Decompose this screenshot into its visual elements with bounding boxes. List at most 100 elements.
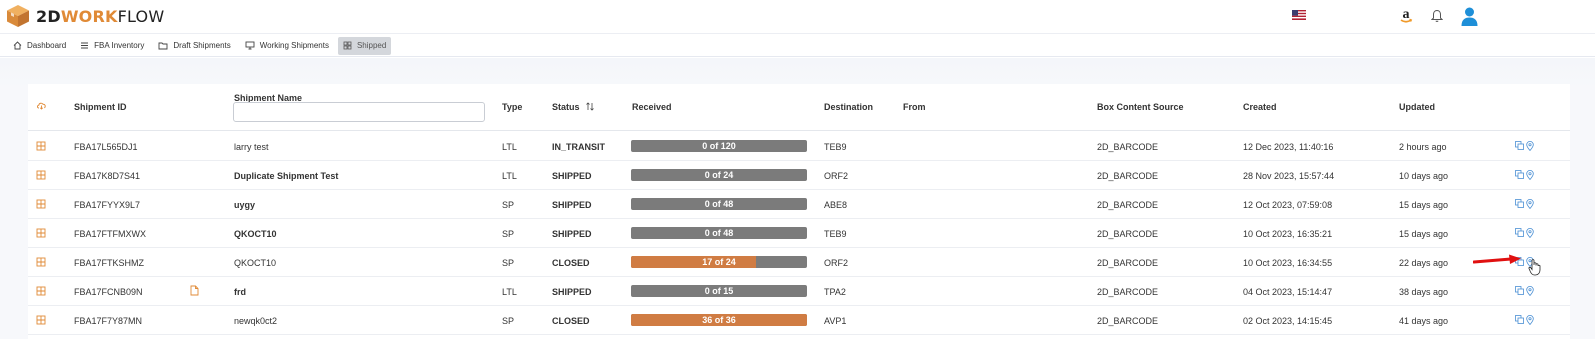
- shipment-status: IN_TRANSIT: [552, 142, 606, 152]
- home-icon: [13, 41, 22, 50]
- shipment-name: larry test: [234, 142, 269, 152]
- shipment-id[interactable]: FBA17F7Y87MN: [74, 316, 142, 326]
- shipments-table: Shipment ID Shipment Name Type Status Re…: [28, 84, 1570, 339]
- received-progress-label: 36 of 36: [702, 315, 736, 325]
- received-progress-bar: 0 of 48: [631, 198, 807, 210]
- table-row[interactable]: FBA17FYYX9L7 uygy SP SHIPPED 0 of 48 ABE8 2D_B…: [28, 190, 1570, 219]
- row-actions: [1515, 315, 1534, 327]
- header-shipment-id[interactable]: Shipment ID: [74, 102, 127, 112]
- header-status-label: Status: [552, 102, 580, 112]
- destination: TPA2: [824, 287, 846, 297]
- us-flag-icon[interactable]: [1292, 10, 1306, 20]
- created-date: 10 Oct 2023, 16:34:55: [1243, 258, 1333, 268]
- updated-ago: 22 days ago: [1399, 258, 1449, 268]
- created-date: 04 Oct 2023, 15:14:47: [1243, 287, 1333, 297]
- user-avatar-icon[interactable]: [1461, 7, 1478, 26]
- shipment-id[interactable]: FBA17FCNB09N: [74, 287, 143, 297]
- box-contents-icon[interactable]: [36, 170, 46, 182]
- shipment-status: SHIPPED: [552, 229, 592, 239]
- nav-working-shipments[interactable]: Working Shipments: [240, 37, 334, 55]
- folder-icon: [158, 42, 168, 50]
- table-row[interactable]: FBA17FTFMXWX QKOCT10 SP SHIPPED 0 of 48 TEB9 2…: [28, 219, 1570, 248]
- updated-ago: 38 days ago: [1399, 287, 1449, 297]
- cloud-download-icon[interactable]: [36, 101, 47, 110]
- header-type[interactable]: Type: [502, 102, 522, 112]
- box-contents-icon[interactable]: [36, 315, 46, 327]
- header-status[interactable]: Status: [552, 102, 595, 112]
- location-pin-icon[interactable]: [1526, 315, 1534, 327]
- table-row[interactable]: FBA17FTKSHMZ QKOCT10 SP CLOSED 17 of 24 ORF2 2…: [28, 248, 1570, 277]
- shipment-name-filter-input[interactable]: [233, 102, 485, 122]
- location-pin-icon[interactable]: [1526, 228, 1534, 240]
- received-progress-label: 0 of 48: [704, 228, 734, 238]
- row-actions: [1515, 170, 1534, 182]
- sort-icon[interactable]: [585, 102, 595, 111]
- notification-bell-icon[interactable]: [1431, 9, 1443, 23]
- shipment-id[interactable]: FBA17FTFMXWX: [74, 229, 146, 239]
- destination: TEB9: [824, 229, 847, 239]
- created-date: 02 Oct 2023, 14:15:45: [1243, 316, 1333, 326]
- logo[interactable]: 2DWORKFLOW: [6, 4, 164, 28]
- nav-fba-inventory-label: FBA Inventory: [94, 41, 145, 50]
- copy-icon[interactable]: [1515, 228, 1524, 240]
- copy-icon[interactable]: [1515, 199, 1524, 211]
- box-content-source: 2D_BARCODE: [1097, 171, 1159, 181]
- location-pin-icon[interactable]: [1526, 199, 1534, 211]
- copy-icon[interactable]: [1515, 286, 1524, 298]
- location-pin-icon[interactable]: [1526, 286, 1534, 298]
- box-contents-icon[interactable]: [36, 286, 46, 298]
- copy-icon[interactable]: [1515, 141, 1524, 153]
- table-row[interactable]: FBA17L565DJ1 larry test LTL IN_TRANSIT 0 of …: [28, 132, 1570, 161]
- box-contents-icon[interactable]: [36, 141, 46, 153]
- location-pin-icon[interactable]: [1526, 141, 1534, 153]
- nav-shipped-label: Shipped: [356, 41, 387, 50]
- destination: ORF2: [824, 258, 849, 268]
- table-row[interactable]: FBA17K8D7S41 Duplicate Shipment Test LTL SH…: [28, 161, 1570, 190]
- shipment-id[interactable]: FBA17L565DJ1: [74, 142, 138, 152]
- updated-ago: 41 days ago: [1399, 316, 1449, 326]
- shipment-type: LTL: [502, 142, 517, 152]
- location-pin-icon[interactable]: [1526, 170, 1534, 182]
- nav-fba-inventory[interactable]: FBA Inventory: [75, 37, 149, 55]
- received-progress-label: 0 of 48: [704, 199, 734, 209]
- copy-icon[interactable]: [1515, 170, 1524, 182]
- destination: TEB9: [824, 142, 847, 152]
- shipment-type: SP: [502, 316, 515, 326]
- nav-dashboard[interactable]: Dashboard: [8, 37, 71, 55]
- shipment-id[interactable]: FBA17K8D7S41: [74, 171, 140, 181]
- nav-draft-shipments[interactable]: Draft Shipments: [153, 37, 235, 55]
- received-progress-bar: 0 of 24: [631, 169, 807, 181]
- table-row[interactable]: FBA17FCNB09N frd LTL SHIPPED 0 of 15 TPA2 2D_B…: [28, 277, 1570, 306]
- table-header: Shipment ID Shipment Name Type Status Re…: [28, 84, 1570, 131]
- main-content: Shipment ID Shipment Name Type Status Re…: [0, 58, 1595, 339]
- shipment-name: uygy: [234, 200, 256, 210]
- updated-ago: 2 hours ago: [1399, 142, 1447, 152]
- header-from[interactable]: From: [903, 102, 926, 112]
- box-contents-icon[interactable]: [36, 257, 46, 269]
- nav-working-shipments-label: Working Shipments: [259, 41, 329, 50]
- box-content-source: 2D_BARCODE: [1097, 229, 1159, 239]
- shipment-id[interactable]: FBA17FYYX9L7: [74, 200, 140, 210]
- updated-ago: 15 days ago: [1399, 229, 1449, 239]
- logo-text-2d: 2D: [36, 6, 61, 26]
- box-contents-icon[interactable]: [36, 199, 46, 211]
- updated-ago: 10 days ago: [1399, 171, 1449, 181]
- header-received[interactable]: Received: [632, 102, 672, 112]
- row-actions: [1515, 199, 1534, 211]
- destination: AVP1: [824, 316, 847, 326]
- nav-shipped[interactable]: Shipped: [337, 36, 392, 55]
- box-content-source: 2D_BARCODE: [1097, 142, 1159, 152]
- shipment-id[interactable]: FBA17FTKSHMZ: [74, 258, 144, 268]
- table-row[interactable]: FBA17F7Y87MN newqk0ct2 SP CLOSED 36 of 36 AVP…: [28, 306, 1570, 335]
- box-contents-icon[interactable]: [36, 228, 46, 240]
- header-updated[interactable]: Updated: [1399, 102, 1435, 112]
- amazon-icon[interactable]: a: [1399, 7, 1413, 25]
- shipment-name: Duplicate Shipment Test: [234, 171, 339, 181]
- header-destination[interactable]: Destination: [824, 102, 873, 112]
- copy-icon[interactable]: [1515, 315, 1524, 327]
- header-created[interactable]: Created: [1243, 102, 1277, 112]
- header-box-content-source[interactable]: Box Content Source: [1097, 102, 1184, 112]
- shipment-type: SP: [502, 200, 515, 210]
- document-icon[interactable]: [190, 285, 199, 298]
- created-date: 28 Nov 2023, 15:57:44: [1243, 171, 1335, 181]
